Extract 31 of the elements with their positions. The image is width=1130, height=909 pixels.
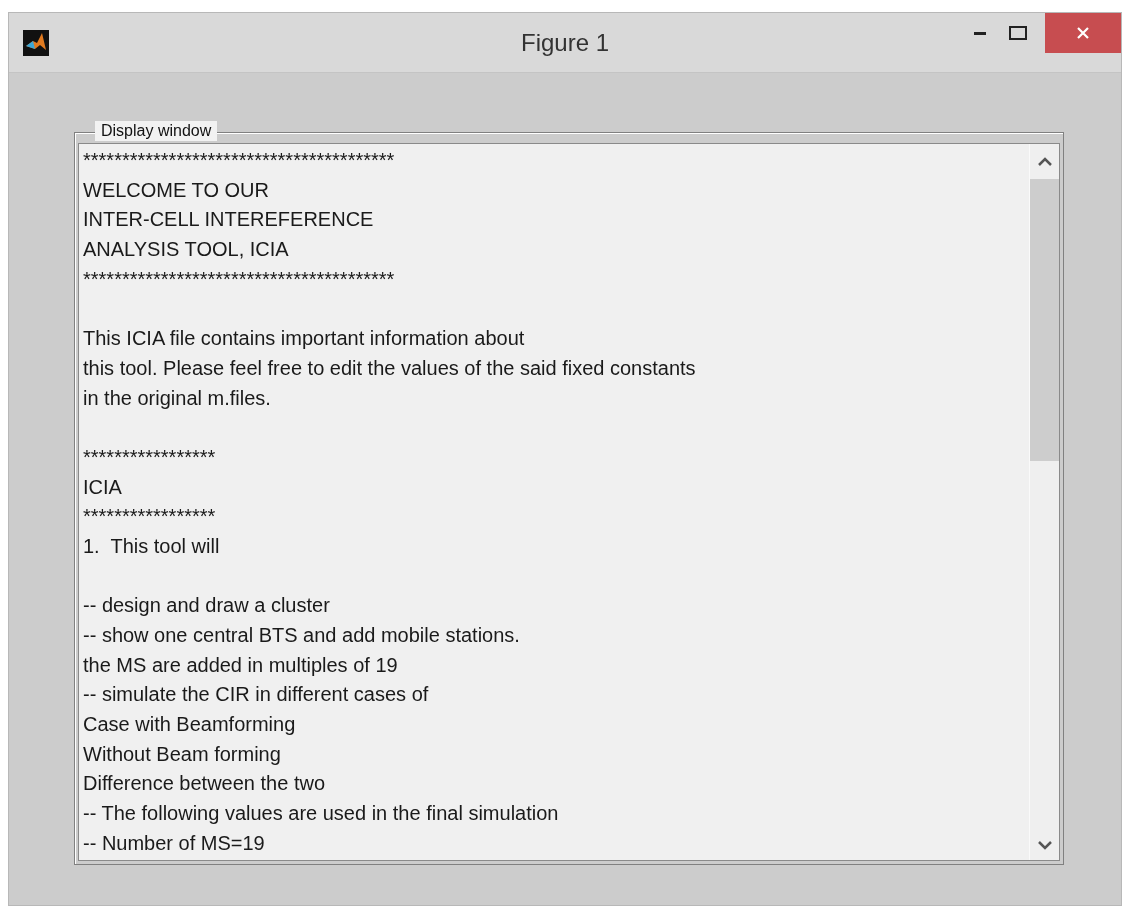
text-line: -- design and draw a cluster — [83, 594, 330, 617]
text-line: **************************************** — [83, 149, 395, 171]
text-line: Without Beam forming — [83, 742, 281, 765]
text-line: in the original m.files. — [83, 386, 271, 409]
text-line: INTER-CELL INTEREFERENCE — [83, 208, 374, 231]
text-line: Difference between the two — [83, 772, 325, 795]
maximize-icon — [1009, 26, 1027, 40]
app-logo-icon — [23, 29, 49, 56]
text-line: ANALYSIS TOOL, ICIA — [83, 238, 289, 261]
scroll-thumb[interactable] — [1030, 179, 1059, 461]
scroll-down-icon[interactable] — [1037, 841, 1052, 850]
close-icon — [1076, 26, 1090, 40]
text-line: -- Number of MS=19 — [83, 831, 265, 854]
text-line: -- simulate the CIR in different cases of — [83, 683, 429, 706]
text-line: 1. This tool will — [83, 534, 220, 557]
text-line: the MS are added in multiples of 19 — [83, 653, 398, 676]
scroll-up-icon[interactable] — [1037, 157, 1052, 166]
window-title: Figure 1 — [521, 27, 609, 58]
text-line: Case with Beamforming — [83, 713, 296, 736]
panel-title: Display window — [95, 121, 218, 141]
text-line: this tool. Please feel free to edit the values of the said fixed constants — [83, 356, 696, 379]
minimize-icon — [974, 31, 986, 35]
text-line: **************************************** — [83, 267, 395, 290]
text-line: -- show one central BTS and add mobile stations. — [83, 624, 520, 646]
text-line: ICIA — [83, 475, 122, 498]
scrollbar[interactable] — [1029, 144, 1059, 860]
text-line: WELCOME TO OUR — [83, 178, 269, 201]
text-line: ***************** — [83, 505, 216, 528]
text-line: ***************** — [83, 445, 216, 468]
text-line: -- The following values are used in the final simulation — [83, 802, 559, 825]
text-line: This ICIA file contains important information about — [83, 327, 525, 350]
